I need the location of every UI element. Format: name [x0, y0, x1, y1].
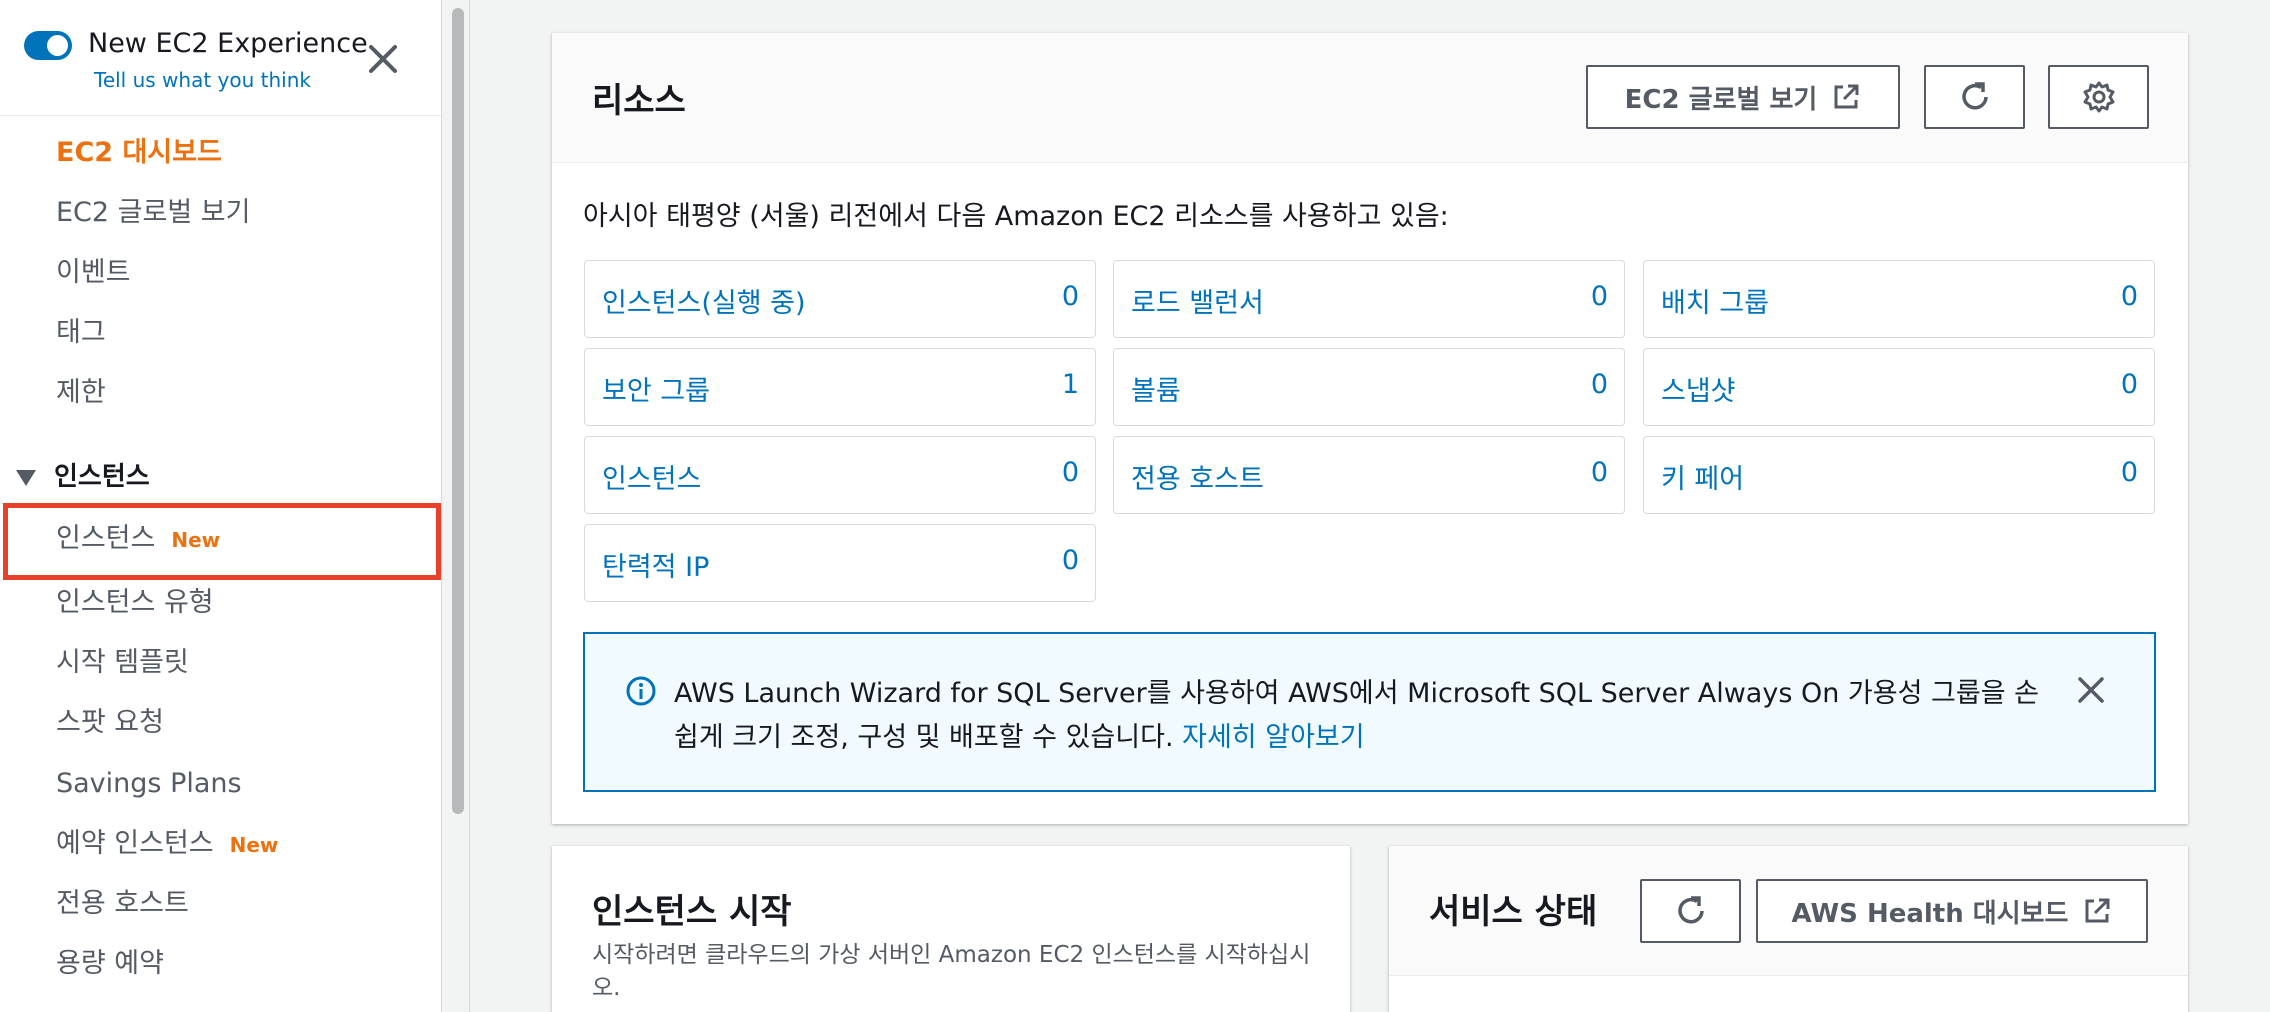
service-health-title: 서비스 상태 [1429, 892, 1598, 932]
tile-count: 0 [1061, 457, 1079, 488]
sidebar-section-instances[interactable]: 인스턴스 [16, 460, 150, 494]
tile-snapshots[interactable]: 스냅샷 0 [1643, 348, 2155, 426]
external-link-icon [1834, 84, 1859, 109]
tile-dedicated-hosts[interactable]: 전용 호스트 0 [1113, 436, 1625, 514]
info-message: AWS Launch Wizard for SQL Server를 사용하여 A… [674, 672, 2044, 760]
sidebar-item-launch-templates[interactable]: 시작 템플릿 [56, 646, 189, 680]
section-title: 인스턴스 [54, 462, 150, 492]
tile-volumes[interactable]: 볼륨 0 [1113, 348, 1625, 426]
tile-count: 0 [2120, 369, 2138, 400]
tile-label: 로드 밸런서 [1131, 288, 1264, 319]
sidebar-item-instance-types[interactable]: 인스턴스 유형 [56, 586, 214, 620]
button-label: AWS Health 대시보드 [1791, 898, 2069, 929]
sidebar-item-ec2-global-view[interactable]: EC2 글로벌 보기 [56, 196, 250, 230]
tile-load-balancers[interactable]: 로드 밸런서 0 [1113, 260, 1625, 338]
tile-count: 0 [1061, 545, 1079, 576]
tile-count: 0 [1590, 457, 1608, 488]
toggle-knob [47, 35, 68, 56]
close-icon[interactable] [2075, 674, 2107, 706]
sidebar-header: New EC2 Experience Tell us what you thin… [0, 0, 441, 116]
sidebar-item-dedicated-hosts[interactable]: 전용 호스트 [56, 887, 189, 921]
launch-instance-description: 시작하려면 클라우드의 가상 서버인 Amazon EC2 인스턴스를 시작하십… [592, 942, 1311, 1001]
tile-count: 1 [1061, 369, 1079, 400]
refresh-health-button[interactable] [1640, 879, 1741, 943]
resources-title: 리소스 [592, 81, 686, 121]
service-health-panel: 서비스 상태 AWS Health 대시보드 [1389, 846, 2188, 1012]
feedback-link[interactable]: Tell us what you think [94, 68, 311, 92]
sidebar-item-events[interactable]: 이벤트 [56, 256, 131, 290]
new-experience-toggle[interactable] [24, 31, 72, 60]
refresh-icon [1677, 896, 1704, 924]
sidebar-item-limits[interactable]: 제한 [56, 376, 106, 410]
sidebar-item-reserved-instances[interactable]: 예약 인스턴스 New [56, 827, 278, 862]
tile-count: 0 [2120, 281, 2138, 312]
tile-label: 인스턴스 [602, 464, 702, 495]
refresh-resources-button[interactable] [1924, 65, 2025, 129]
tile-count: 0 [1061, 281, 1079, 312]
refresh-icon [1961, 82, 1988, 110]
close-icon[interactable] [366, 42, 400, 76]
tile-key-pairs[interactable]: 키 페어 0 [1643, 436, 2155, 514]
settings-button[interactable] [2048, 65, 2149, 129]
resources-description: 아시아 태평양 (서울) 리전에서 다음 Amazon EC2 리소스를 사용하… [583, 201, 1449, 232]
resources-header: 리소스 EC2 글로벌 보기 [552, 33, 2188, 163]
tile-label: 인스턴스(실행 중) [602, 288, 806, 319]
sidebar: New EC2 Experience Tell us what you thin… [0, 0, 442, 1012]
new-experience-title: New EC2 Experience [88, 28, 368, 59]
launch-wizard-info-alert: AWS Launch Wizard for SQL Server를 사용하여 A… [583, 632, 2156, 792]
launch-instance-title: 인스턴스 시작 [592, 892, 792, 932]
tile-count: 0 [1590, 281, 1608, 312]
service-health-header: 서비스 상태 AWS Health 대시보드 [1389, 846, 2188, 976]
tile-placement-groups[interactable]: 배치 그룹 0 [1643, 260, 2155, 338]
caret-down-icon [16, 469, 36, 486]
tile-label: 볼륨 [1131, 376, 1181, 407]
tile-count: 0 [1590, 369, 1608, 400]
sidebar-item-tags[interactable]: 태그 [56, 316, 106, 350]
aws-health-dashboard-button[interactable]: AWS Health 대시보드 [1756, 879, 2148, 943]
sidebar-scrollbar-thumb[interactable] [452, 8, 464, 814]
tile-count: 0 [2120, 457, 2138, 488]
highlight-annotation [3, 503, 441, 580]
tile-instances[interactable]: 인스턴스 0 [584, 436, 1096, 514]
ec2-global-view-button[interactable]: EC2 글로벌 보기 [1586, 65, 1900, 129]
tile-label: 보안 그룹 [602, 376, 710, 407]
tile-label: 탄력적 IP [602, 552, 710, 583]
tile-security-groups[interactable]: 보안 그룹 1 [584, 348, 1096, 426]
external-link-icon [2085, 898, 2110, 923]
sidebar-item-ec2-dashboard[interactable]: EC2 대시보드 [56, 136, 222, 170]
tile-label: 전용 호스트 [1131, 464, 1264, 495]
learn-more-link[interactable]: 자세히 알아보기 [1182, 722, 1364, 753]
new-badge: New [229, 833, 279, 857]
sidebar-item-label: 예약 인스턴스 [56, 828, 214, 859]
tile-label: 배치 그룹 [1661, 288, 1769, 319]
tile-label: 키 페어 [1661, 464, 1745, 495]
sidebar-item-savings-plans[interactable]: Savings Plans [56, 767, 242, 801]
button-label: EC2 글로벌 보기 [1624, 84, 1818, 115]
tile-running-instances[interactable]: 인스턴스(실행 중) 0 [584, 260, 1096, 338]
sidebar-item-capacity-reservations[interactable]: 용량 예약 [56, 947, 164, 981]
sidebar-item-spot-requests[interactable]: 스팟 요청 [56, 706, 164, 740]
gear-icon [2083, 81, 2114, 113]
info-icon [626, 676, 656, 706]
tile-elastic-ips[interactable]: 탄력적 IP 0 [584, 524, 1096, 602]
tile-label: 스냅샷 [1661, 376, 1736, 407]
